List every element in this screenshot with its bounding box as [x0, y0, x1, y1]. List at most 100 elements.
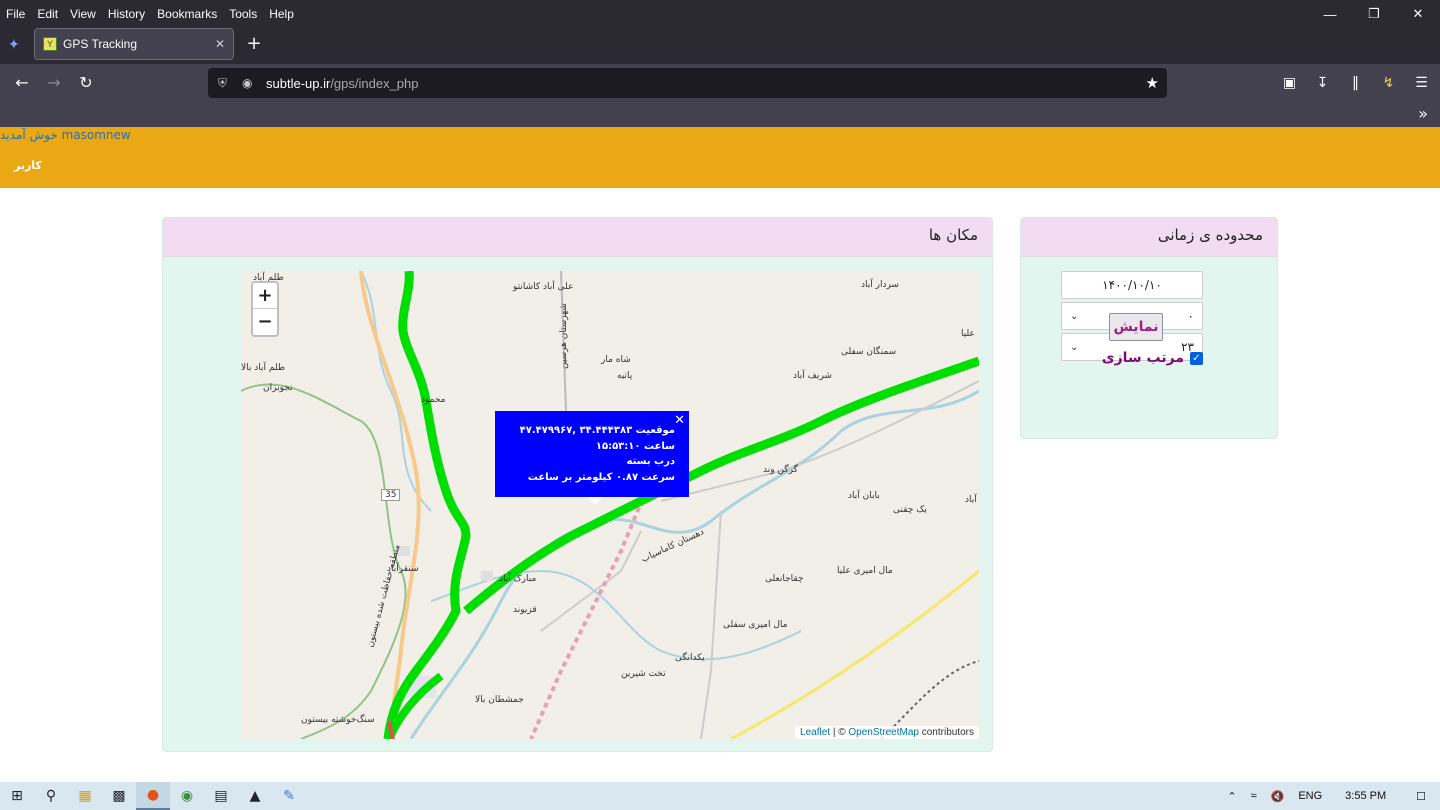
- map-label: چقاجانعلی: [765, 574, 804, 584]
- menu-file[interactable]: File: [0, 4, 31, 24]
- map-label: یکدانگی: [675, 653, 705, 663]
- map-label: سمنگان سفلی: [841, 347, 897, 357]
- popup-time: ساعت ۱۵:۵۳:۱۰: [595, 440, 675, 452]
- welcome-username: masomnew: [61, 128, 131, 142]
- overflow-chevron-icon[interactable]: »: [1418, 104, 1428, 123]
- map-label: علیا: [961, 329, 975, 339]
- welcome-message: masomnew خوش آمدید: [0, 128, 131, 142]
- date-value: ۱۴۰۰/۱۰/۱۰: [1102, 278, 1162, 292]
- library-icon[interactable]: ‖: [1345, 73, 1366, 93]
- shield-icon[interactable]: ⛨: [218, 76, 234, 91]
- url-path: /gps/index_php: [330, 75, 419, 91]
- nav-toolbar: ← → ↻ ⛨ ◉ subtle-up.ir/gps/index_php ★ ▣…: [0, 64, 1440, 102]
- map-panel-title: مکان ها: [163, 218, 992, 257]
- bookmark-star-icon[interactable]: ★: [1146, 74, 1159, 92]
- popup-door-status: درب بسته: [626, 456, 676, 467]
- menu-help[interactable]: Help: [263, 4, 300, 24]
- bookmarks-bar: »: [0, 102, 1440, 127]
- url-host: subtle-up.ir: [266, 75, 331, 91]
- app-icon[interactable]: ▲: [238, 782, 272, 810]
- date-input[interactable]: ۱۴۰۰/۱۰/۱۰: [1061, 271, 1203, 299]
- time-range-title: محدوده ی زمانی: [1021, 218, 1277, 257]
- map-panel: مکان ها + − 35 طلم آباد علی آباد کاشانتو…: [162, 217, 993, 752]
- map-popup[interactable]: ✕ موقعیت ۳۴.۴۴۴۳۸۳ ,۴۷.۴۷۹۹۶۷ ساعت ۱۵:۵۳…: [495, 411, 689, 505]
- site-favicon-icon: Y: [43, 37, 57, 51]
- pocket-icon[interactable]: ▣: [1279, 73, 1300, 93]
- firefox-icon[interactable]: ●: [136, 782, 170, 810]
- leaflet-link[interactable]: Leaflet: [800, 727, 830, 738]
- map-label: مال امیری علیا: [837, 566, 893, 576]
- close-window-icon[interactable]: ✕: [1396, 0, 1440, 28]
- forward-icon[interactable]: →: [44, 73, 64, 93]
- map-label: مبارک آباد: [499, 574, 537, 584]
- page-content: masomnew خوش آمدید کاربر مکان ها + − 35 …: [0, 127, 1440, 782]
- os-taskbar: ⊞ ⚲ ▦ ▩ ● ◉ ▤ ▲ ✎ ⌃ ≈ 🔇 ENG 3:55 PM ☐: [0, 782, 1440, 810]
- map-label: شهرستان هرسین: [558, 303, 569, 369]
- tray-chevron-icon[interactable]: ⌃: [1220, 790, 1243, 803]
- language-indicator[interactable]: ENG: [1291, 790, 1329, 802]
- attribution-tail: contributors: [918, 727, 974, 738]
- network-icon[interactable]: ≈: [1244, 790, 1264, 802]
- notification-icon[interactable]: ☐: [1402, 790, 1440, 803]
- new-tab-icon[interactable]: +: [244, 34, 264, 54]
- map-label: آباد: [965, 495, 977, 505]
- map-label: بابان آباد: [848, 491, 880, 501]
- url-bar[interactable]: ⛨ ◉ subtle-up.ir/gps/index_php ★: [208, 68, 1167, 98]
- sort-label: مرتب سازی: [1101, 350, 1184, 366]
- sort-checkbox[interactable]: ✓: [1190, 351, 1203, 365]
- map-label: محمود: [421, 395, 446, 405]
- sort-option: ✓ مرتب سازی: [1065, 350, 1203, 366]
- zoom-out-button[interactable]: −: [253, 309, 277, 335]
- map-view[interactable]: + − 35 طلم آباد علی آباد کاشانتو سردار آ…: [241, 271, 979, 739]
- menu-history[interactable]: History: [102, 4, 151, 24]
- menu-bar: File Edit View History Bookmarks Tools H…: [0, 0, 1440, 28]
- map-label: سنگ‌خوشته بیستون: [301, 715, 375, 725]
- menu-bookmarks[interactable]: Bookmarks: [151, 4, 223, 24]
- tab-close-icon[interactable]: ✕: [215, 37, 225, 51]
- reload-icon[interactable]: ↻: [76, 73, 96, 93]
- map-label: شریف آباد: [793, 371, 832, 381]
- search-icon[interactable]: ⚲: [34, 782, 68, 810]
- windows-start-icon[interactable]: ⊞: [0, 782, 34, 810]
- show-button[interactable]: نمایش: [1109, 313, 1163, 341]
- minimize-icon[interactable]: —: [1308, 0, 1352, 28]
- popup-close-icon[interactable]: ✕: [674, 413, 685, 429]
- chevron-down-icon: ⌄: [1070, 310, 1079, 322]
- map-label: مال امیری سفلی: [723, 620, 788, 630]
- lock-icon[interactable]: ◉: [242, 76, 258, 90]
- hour-from-value: ۰: [1187, 309, 1194, 323]
- editor-icon[interactable]: ✎: [272, 782, 306, 810]
- pinned-tab-icon[interactable]: ✦: [8, 37, 26, 55]
- calculator-icon[interactable]: ▩: [102, 782, 136, 810]
- map-label: نجوبران: [263, 383, 293, 393]
- nav-link-user[interactable]: کاربر: [14, 159, 42, 172]
- map-label: تخت شیرین: [621, 669, 666, 679]
- file-explorer-icon[interactable]: ▦: [68, 782, 102, 810]
- map-label: سردار آباد: [861, 280, 899, 290]
- volume-muted-icon[interactable]: 🔇: [1264, 790, 1292, 803]
- tab-gps-tracking[interactable]: Y GPS Tracking ✕: [34, 28, 234, 60]
- download-icon[interactable]: ↧: [1312, 73, 1333, 93]
- menu-view[interactable]: View: [64, 4, 102, 24]
- welcome-text: خوش آمدید: [0, 128, 58, 142]
- map-label: قزیوند: [513, 605, 537, 615]
- notepad-icon[interactable]: ▤: [204, 782, 238, 810]
- menu-edit[interactable]: Edit: [31, 4, 64, 24]
- attribution-separator: | ©: [830, 727, 849, 738]
- map-attribution: Leaflet | © OpenStreetMap contributors: [795, 726, 979, 739]
- hamburger-menu-icon[interactable]: ☰: [1411, 73, 1432, 93]
- clock[interactable]: 3:55 PM: [1329, 790, 1402, 802]
- tab-strip: ✦ Y GPS Tracking ✕ +: [0, 28, 1440, 64]
- osm-link[interactable]: OpenStreetMap: [848, 727, 919, 738]
- zoom-control: + −: [251, 281, 279, 337]
- menu-tools[interactable]: Tools: [223, 4, 263, 24]
- map-label: گرگن وند: [763, 465, 798, 475]
- restore-icon[interactable]: ❐: [1352, 0, 1396, 28]
- chrome-icon[interactable]: ◉: [170, 782, 204, 810]
- map-label: شاه مار: [601, 355, 631, 365]
- back-icon[interactable]: ←: [12, 73, 32, 93]
- extension-icon[interactable]: ↯: [1378, 73, 1399, 93]
- window-controls: — ❐ ✕: [1308, 0, 1440, 28]
- zoom-in-button[interactable]: +: [253, 283, 277, 309]
- road-number-badge: 35: [381, 489, 401, 501]
